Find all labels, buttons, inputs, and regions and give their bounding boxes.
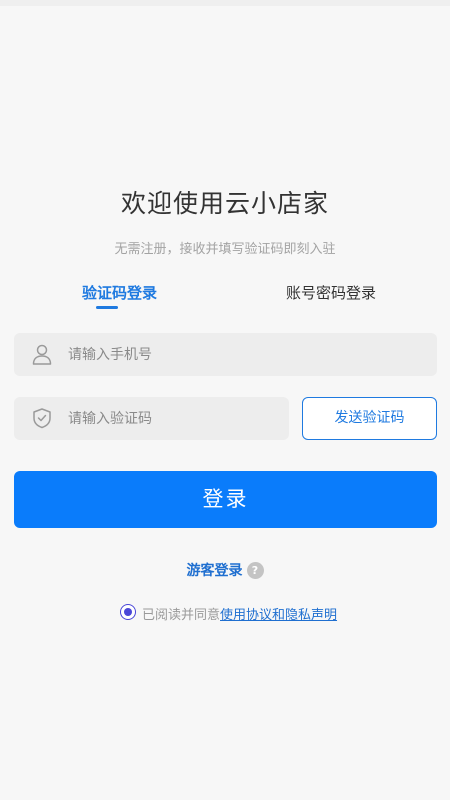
agreement-link[interactable]: 使用协议和隐私声明 (220, 608, 337, 623)
agreement-prefix: 已阅读并同意 (142, 608, 221, 623)
code-field (14, 397, 289, 440)
agreement-radio[interactable] (120, 604, 136, 620)
help-icon[interactable]: ? (246, 561, 264, 579)
phone-field (14, 333, 437, 376)
page-subtitle: 无需注册，接收并填写验证码即刻入驻 (114, 242, 336, 257)
active-tab-indicator (96, 306, 118, 309)
send-code-button[interactable]: 发送验证码 (302, 397, 437, 440)
guest-login-link[interactable]: 游客登录 (187, 563, 243, 579)
shield-icon (33, 408, 51, 429)
tab-password-login[interactable]: 账号密码登录 (286, 282, 376, 303)
code-input[interactable] (68, 397, 278, 440)
phone-input[interactable] (68, 333, 418, 376)
tab-sms-login[interactable]: 验证码登录 (82, 282, 157, 303)
guest-login-row: 游客登录? (0, 560, 450, 580)
radio-checked-dot (123, 607, 132, 616)
login-button[interactable]: 登录 (14, 471, 437, 528)
agreement-text: 已阅读并同意使用协议和隐私声明 (142, 604, 337, 623)
page-title: 欢迎使用云小店家 (120, 189, 329, 218)
login-page: 欢迎使用云小店家 无需注册，接收并填写验证码即刻入驻 验证码登录 账号密码登录 … (0, 0, 450, 800)
user-icon (32, 344, 52, 365)
status-bar (0, 0, 450, 6)
